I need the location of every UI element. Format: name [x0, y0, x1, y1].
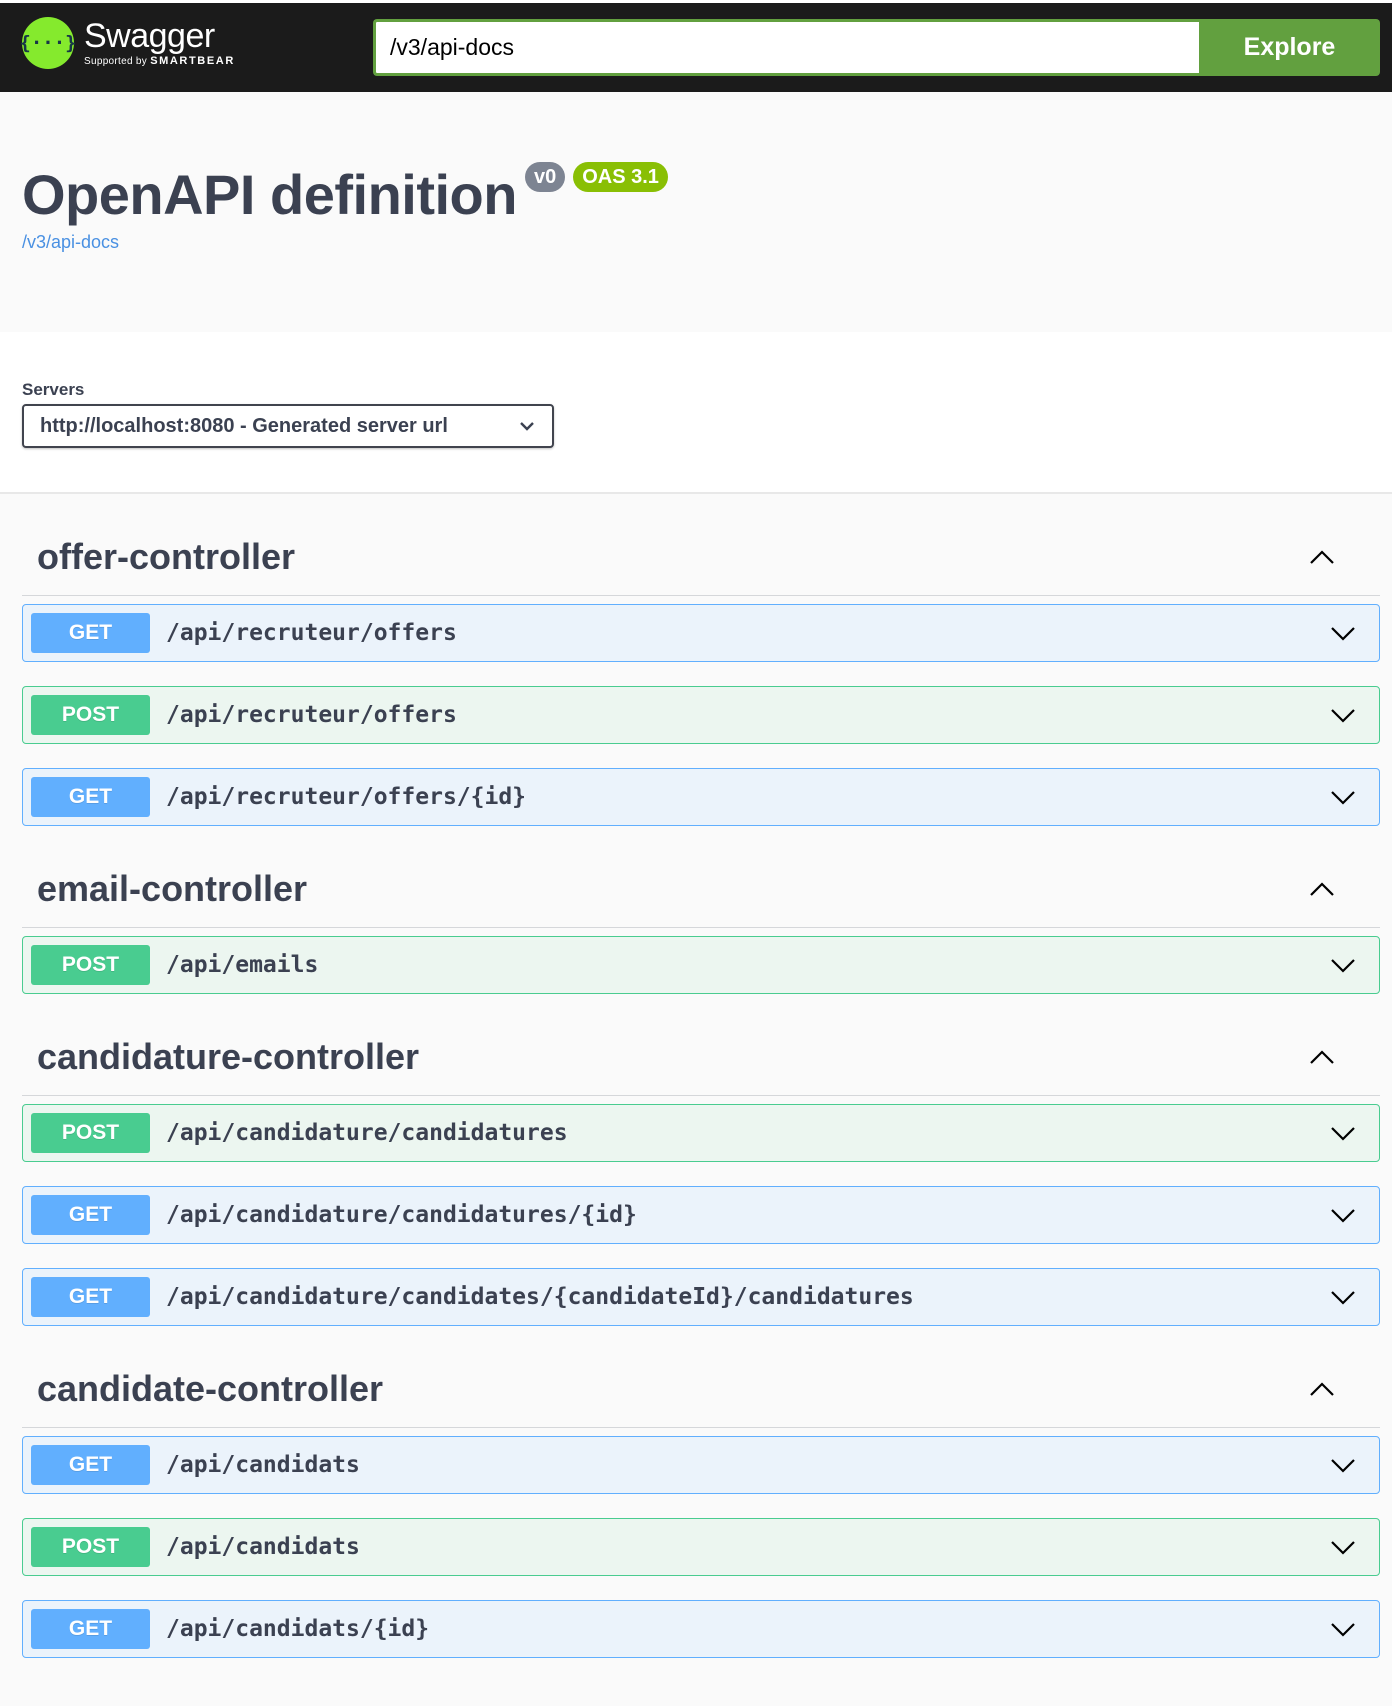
tag-section: offer-controller GET/api/recruteur/offers…: [22, 518, 1380, 826]
tag-header[interactable]: offer-controller: [22, 518, 1380, 596]
servers-section: Servers http://localhost:8080 - Generate…: [0, 332, 1392, 494]
tag-title: offer-controller: [37, 535, 296, 577]
operation-path: /api/recruteur/offers/{id}: [166, 784, 527, 810]
tag-section: email-controller POST/api/emails: [22, 850, 1380, 994]
operation-get[interactable]: GET/api/candidature/candidatures/{id}: [22, 1186, 1380, 1244]
tag-header[interactable]: email-controller: [22, 850, 1380, 928]
method-badge: POST: [31, 695, 150, 735]
operation-path: /api/candidats: [166, 1534, 360, 1560]
brand-subtitle: Supported by SMARTBEAR: [84, 55, 235, 67]
operation-path: /api/candidats: [166, 1452, 360, 1478]
tag-header[interactable]: candidate-controller: [22, 1350, 1380, 1428]
operation-get[interactable]: GET/api/recruteur/offers: [22, 604, 1380, 662]
spec-link[interactable]: /v3/api-docs: [22, 232, 119, 253]
chevron-down-icon[interactable]: [1323, 695, 1363, 735]
tag-title: candidate-controller: [37, 1367, 384, 1409]
chevron-up-icon[interactable]: [1302, 537, 1342, 577]
operation-path: /api/candidature/candidatures/{id}: [166, 1202, 637, 1228]
chevron-down-icon[interactable]: [1323, 1113, 1363, 1153]
operation-path: /api/emails: [166, 952, 319, 978]
operation-get[interactable]: GET/api/recruteur/offers/{id}: [22, 768, 1380, 826]
tag-title: email-controller: [37, 867, 308, 909]
chevron-down-icon[interactable]: [1323, 1527, 1363, 1567]
operations-container: offer-controller GET/api/recruteur/offers…: [0, 494, 1392, 1706]
method-badge: POST: [31, 1527, 150, 1567]
operation-get[interactable]: GET/api/candidats: [22, 1436, 1380, 1494]
servers-label: Servers: [22, 380, 85, 399]
version-badge: v0: [524, 162, 566, 192]
chevron-up-icon[interactable]: [1302, 1369, 1342, 1409]
operation-path: /api/recruteur/offers: [166, 620, 457, 646]
url-form: Explore: [373, 19, 1380, 76]
operation-get[interactable]: GET/api/candidats/{id}: [22, 1600, 1380, 1658]
page-title: OpenAPI definition: [22, 163, 517, 226]
spec-url-input[interactable]: [373, 19, 1199, 76]
operation-path: /api/candidature/candidates/{candidateId…: [166, 1284, 914, 1310]
chevron-down-icon[interactable]: [1323, 613, 1363, 653]
chevron-down-icon[interactable]: [1323, 1195, 1363, 1235]
chevron-down-icon[interactable]: [1323, 1445, 1363, 1485]
swagger-logo[interactable]: {···} Swagger Supported by SMARTBEAR: [19, 17, 235, 69]
method-badge: GET: [31, 1445, 150, 1485]
method-badge: GET: [31, 613, 150, 653]
chevron-down-icon: [520, 422, 534, 431]
chevron-down-icon[interactable]: [1323, 1277, 1363, 1317]
explore-button[interactable]: Explore: [1199, 19, 1380, 76]
operation-get[interactable]: GET/api/candidature/candidates/{candidat…: [22, 1268, 1380, 1326]
tag-header[interactable]: candidature-controller: [22, 1018, 1380, 1096]
operation-path: /api/candidats/{id}: [166, 1616, 430, 1642]
operation-path: /api/candidature/candidatures: [166, 1120, 568, 1146]
method-badge: GET: [31, 1195, 150, 1235]
chevron-down-icon[interactable]: [1323, 777, 1363, 817]
chevron-up-icon[interactable]: [1302, 1037, 1342, 1077]
server-select[interactable]: http://localhost:8080 - Generated server…: [22, 404, 554, 448]
operation-path: /api/recruteur/offers: [166, 702, 457, 728]
method-badge: GET: [31, 777, 150, 817]
chevron-down-icon[interactable]: [1323, 1609, 1363, 1649]
chevron-down-icon[interactable]: [1323, 945, 1363, 985]
brand-name: Swagger: [84, 17, 215, 55]
swagger-logo-icon: {···}: [19, 17, 77, 69]
operation-post[interactable]: POST/api/candidats: [22, 1518, 1380, 1576]
method-badge: GET: [31, 1277, 150, 1317]
method-badge: GET: [31, 1609, 150, 1649]
operation-post[interactable]: POST/api/recruteur/offers: [22, 686, 1380, 744]
server-select-value: http://localhost:8080 - Generated server…: [40, 414, 448, 437]
tag-section: candidate-controller GET/api/candidats POS…: [22, 1350, 1380, 1658]
operation-post[interactable]: POST/api/candidature/candidatures: [22, 1104, 1380, 1162]
top-bar: {···} Swagger Supported by SMARTBEAR Exp…: [0, 0, 1392, 92]
oas-badge: OAS 3.1: [573, 162, 668, 192]
method-badge: POST: [31, 1113, 150, 1153]
method-badge: POST: [31, 945, 150, 985]
chevron-up-icon[interactable]: [1302, 869, 1342, 909]
operation-post[interactable]: POST/api/emails: [22, 936, 1380, 994]
tag-section: candidature-controller POST/api/candidatu…: [22, 1018, 1380, 1326]
tag-title: candidature-controller: [37, 1035, 420, 1077]
info-section: OpenAPI definition v0 OAS 3.1 /v3/api-do…: [0, 92, 1392, 332]
